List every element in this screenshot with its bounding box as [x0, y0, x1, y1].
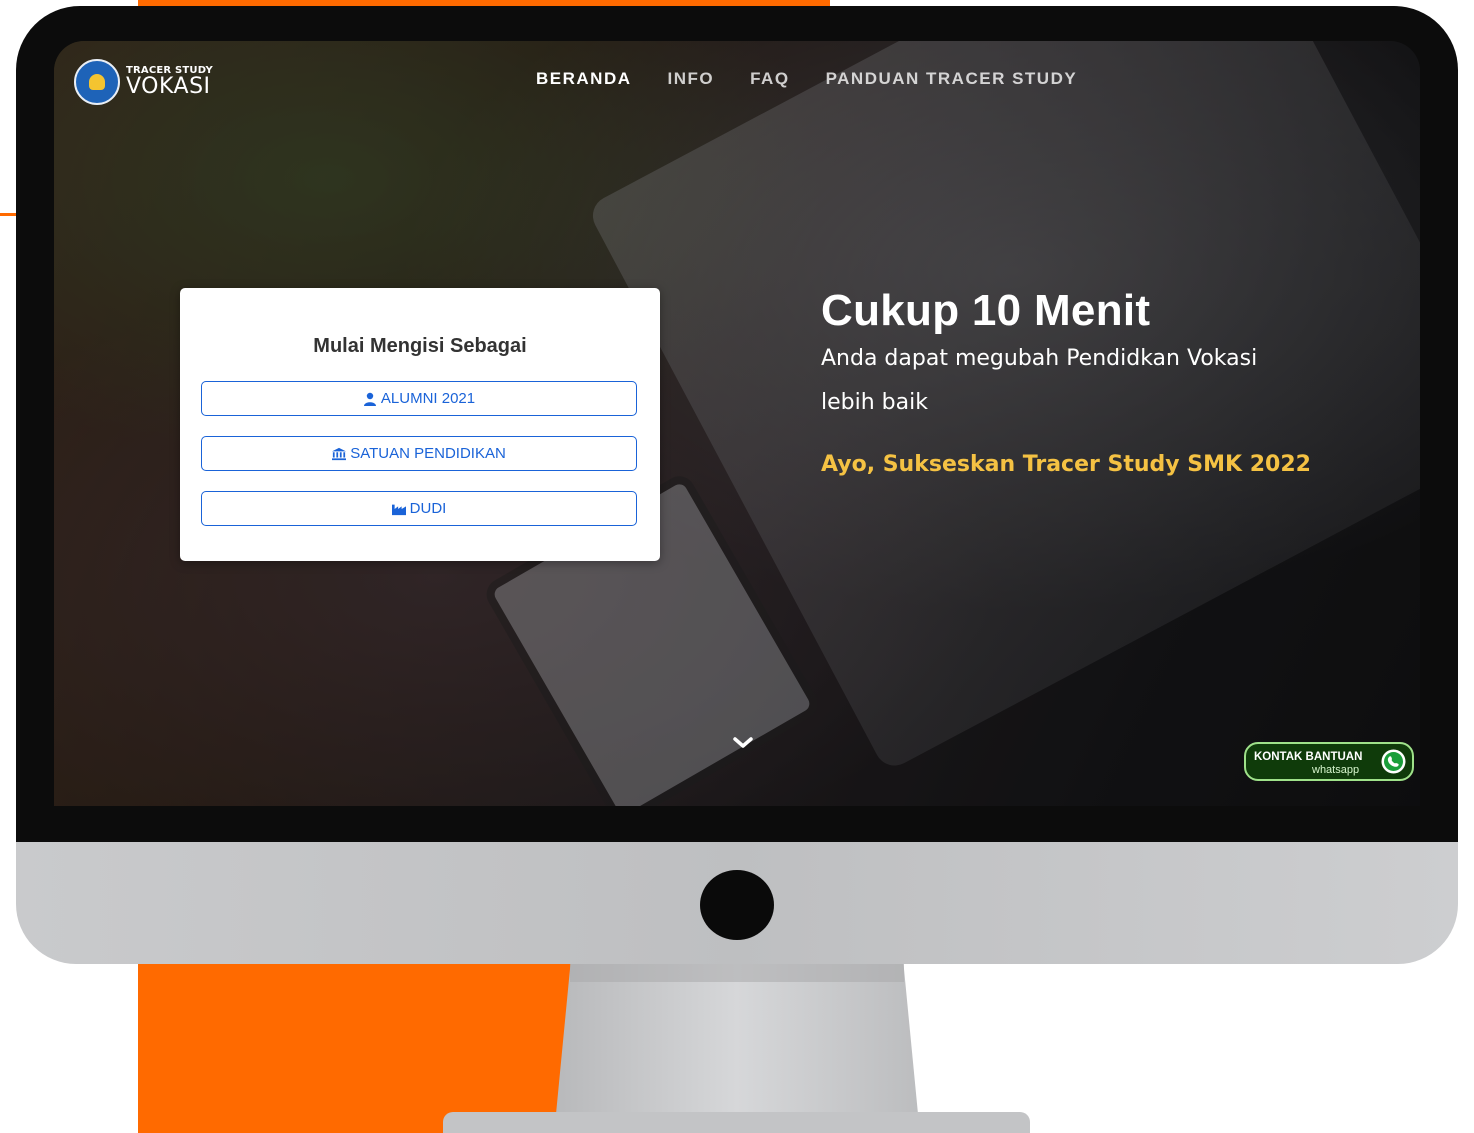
- nav-beranda[interactable]: BERANDA: [536, 69, 632, 89]
- hero-subtitle: Anda dapat megubah Pendidkan Vokasi lebi…: [821, 346, 1258, 415]
- website-screen: TRACER STUDY VOKASI BERANDA INFO FAQ PAN…: [54, 41, 1420, 806]
- industry-icon: [391, 502, 406, 516]
- monitor-stand-shadow: [570, 964, 904, 982]
- nav-faq[interactable]: FAQ: [750, 69, 789, 89]
- hero-title: Cukup 10 Menit: [821, 286, 1151, 335]
- monitor-logo-dot: [700, 870, 774, 940]
- institution-icon: [332, 447, 347, 461]
- decor-orange-block-bottom: [138, 960, 578, 1133]
- monitor-base: [443, 1112, 1030, 1133]
- card-title: Mulai Mengisi Sebagai: [313, 335, 527, 357]
- main-nav: BERANDA INFO FAQ PANDUAN TRACER STUDY: [536, 69, 1077, 89]
- logo-text: TRACER STUDY VOKASI: [126, 66, 213, 98]
- whatsapp-icon: [1379, 747, 1408, 776]
- satuan-pendidikan-button[interactable]: SATUAN PENDIDIKAN: [201, 436, 637, 471]
- whatsapp-help-button[interactable]: KONTAK BANTUAN whatsapp: [1244, 742, 1414, 781]
- monitor-stand: [556, 964, 918, 1114]
- chevron-down-icon[interactable]: [732, 735, 754, 749]
- satuan-pendidikan-button-label: SATUAN PENDIDIKAN: [350, 445, 506, 462]
- dudi-button-label: DUDI: [409, 500, 447, 517]
- site-logo[interactable]: TRACER STUDY VOKASI: [74, 59, 213, 105]
- nav-info[interactable]: INFO: [668, 69, 715, 89]
- user-icon: [363, 392, 377, 406]
- hero-call-to-action: Ayo, Sukseskan Tracer Study SMK 2022: [821, 452, 1311, 477]
- alumni-button-label: ALUMNI 2021: [380, 390, 476, 407]
- logo-text-big: VOKASI: [126, 74, 211, 99]
- alumni-button[interactable]: ALUMNI 2021: [201, 381, 637, 416]
- whatsapp-help-label: KONTAK BANTUAN: [1254, 751, 1363, 763]
- dudi-button[interactable]: DUDI: [201, 491, 637, 526]
- tut-wuri-handayani-icon: [74, 59, 120, 105]
- whatsapp-help-sub: whatsapp: [1312, 764, 1360, 776]
- nav-panduan-tracer-study[interactable]: PANDUAN TRACER STUDY: [826, 69, 1078, 89]
- start-role-card: Mulai Mengisi Sebagai ALUMNI 2021 SATUAN…: [180, 288, 660, 561]
